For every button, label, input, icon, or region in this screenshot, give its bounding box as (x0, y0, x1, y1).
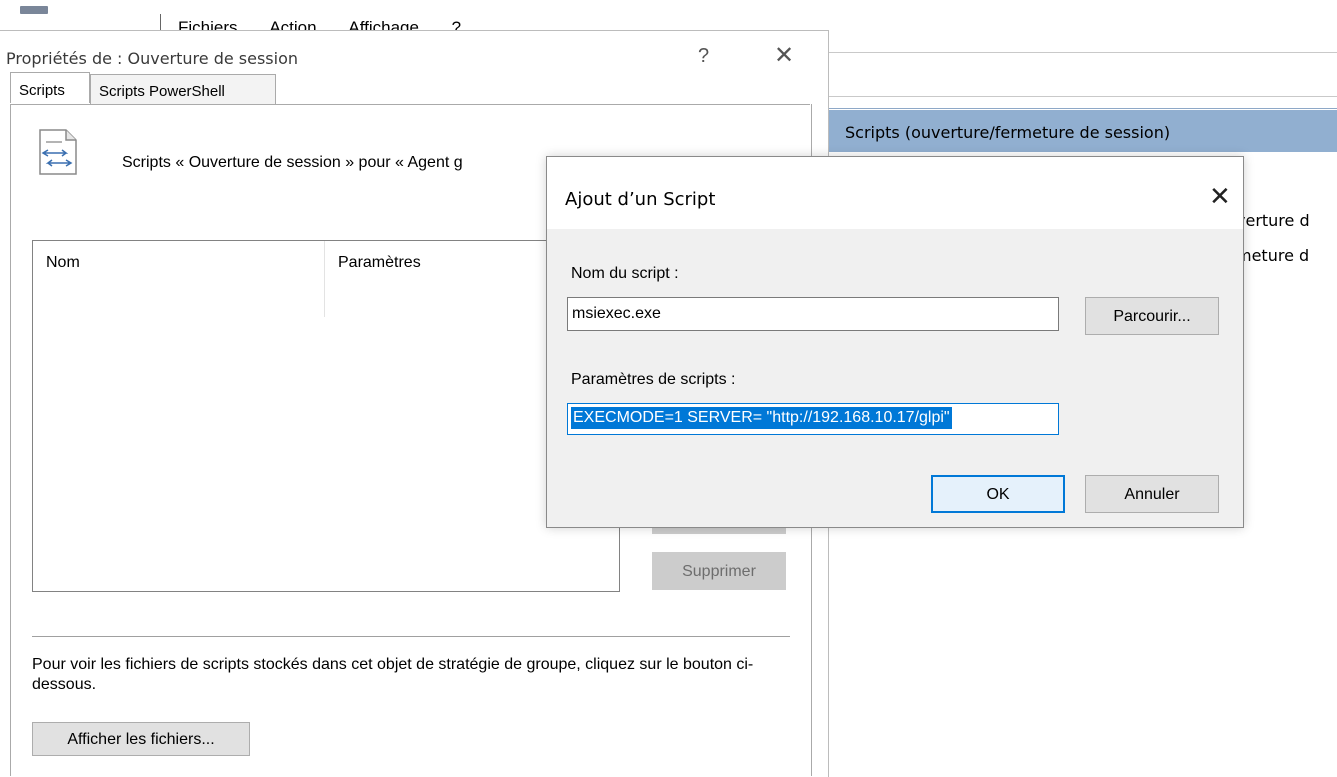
column-divider[interactable] (324, 241, 325, 317)
scripts-list[interactable] (32, 240, 620, 592)
tab-scripts[interactable]: Scripts (10, 72, 90, 103)
script-params-input[interactable]: EXECMODE=1 SERVER= "http://192.168.10.17… (567, 403, 1059, 435)
menu-item-fichiers[interactable]: Fichiers (178, 18, 238, 30)
script-name-input[interactable] (567, 297, 1059, 331)
add-script-titlebar: Ajout d’un Script ✕ (547, 157, 1243, 229)
close-icon[interactable]: ✕ (774, 41, 794, 70)
script-name-label: Nom du script : (571, 265, 679, 282)
menu-item-affichage[interactable]: Affichage (348, 18, 419, 30)
column-header-name[interactable]: Nom (46, 254, 80, 272)
help-icon[interactable]: ? (698, 45, 709, 68)
close-icon[interactable]: ✕ (1209, 181, 1231, 212)
menu-items[interactable]: Fichiers Action Affichage ? (178, 18, 461, 30)
add-script-dialog: Ajout d’un Script ✕ Nom du script : Parc… (546, 156, 1244, 528)
background-toolbar-line (828, 96, 1337, 97)
background-pane-header: Scripts (ouverture/fermeture de session) (829, 110, 1337, 152)
menu-item-action[interactable]: Action (269, 18, 316, 30)
background-row-logoff[interactable]: meture d (1236, 246, 1309, 265)
info-separator (32, 636, 790, 637)
remove-button[interactable]: Supprimer (652, 552, 786, 590)
pane-header-label: Scripts (ouverture/fermeture de session) (845, 123, 1171, 142)
script-file-icon (39, 129, 77, 175)
tab-scripts-powershell[interactable]: Scripts PowerShell (90, 74, 276, 104)
cancel-button[interactable]: Annuler (1085, 475, 1219, 513)
background-menubar: Fichiers Action Affichage ? (0, 0, 1337, 30)
menu-item-help[interactable]: ? (452, 18, 461, 30)
ok-button[interactable]: OK (931, 475, 1065, 513)
background-toolbar-line (828, 52, 1337, 53)
script-params-label: Paramètres de scripts : (571, 371, 736, 388)
add-script-title: Ajout d’un Script (565, 189, 716, 210)
app-icon (20, 6, 48, 14)
column-header-parameters[interactable]: Paramètres (338, 254, 421, 272)
browse-button[interactable]: Parcourir... (1085, 297, 1219, 335)
show-files-button[interactable]: Afficher les fichiers... (32, 722, 250, 756)
script-params-selected-text: EXECMODE=1 SERVER= "http://192.168.10.17… (571, 407, 952, 429)
info-text: Pour voir les fichiers de scripts stocké… (32, 656, 754, 693)
background-row-logon[interactable]: verture d (1236, 211, 1310, 230)
scripts-heading: Scripts « Ouverture de session » pour « … (122, 154, 463, 171)
menubar-separator (160, 14, 161, 30)
properties-dialog-title: Propriétés de : Ouverture de session (6, 49, 299, 68)
